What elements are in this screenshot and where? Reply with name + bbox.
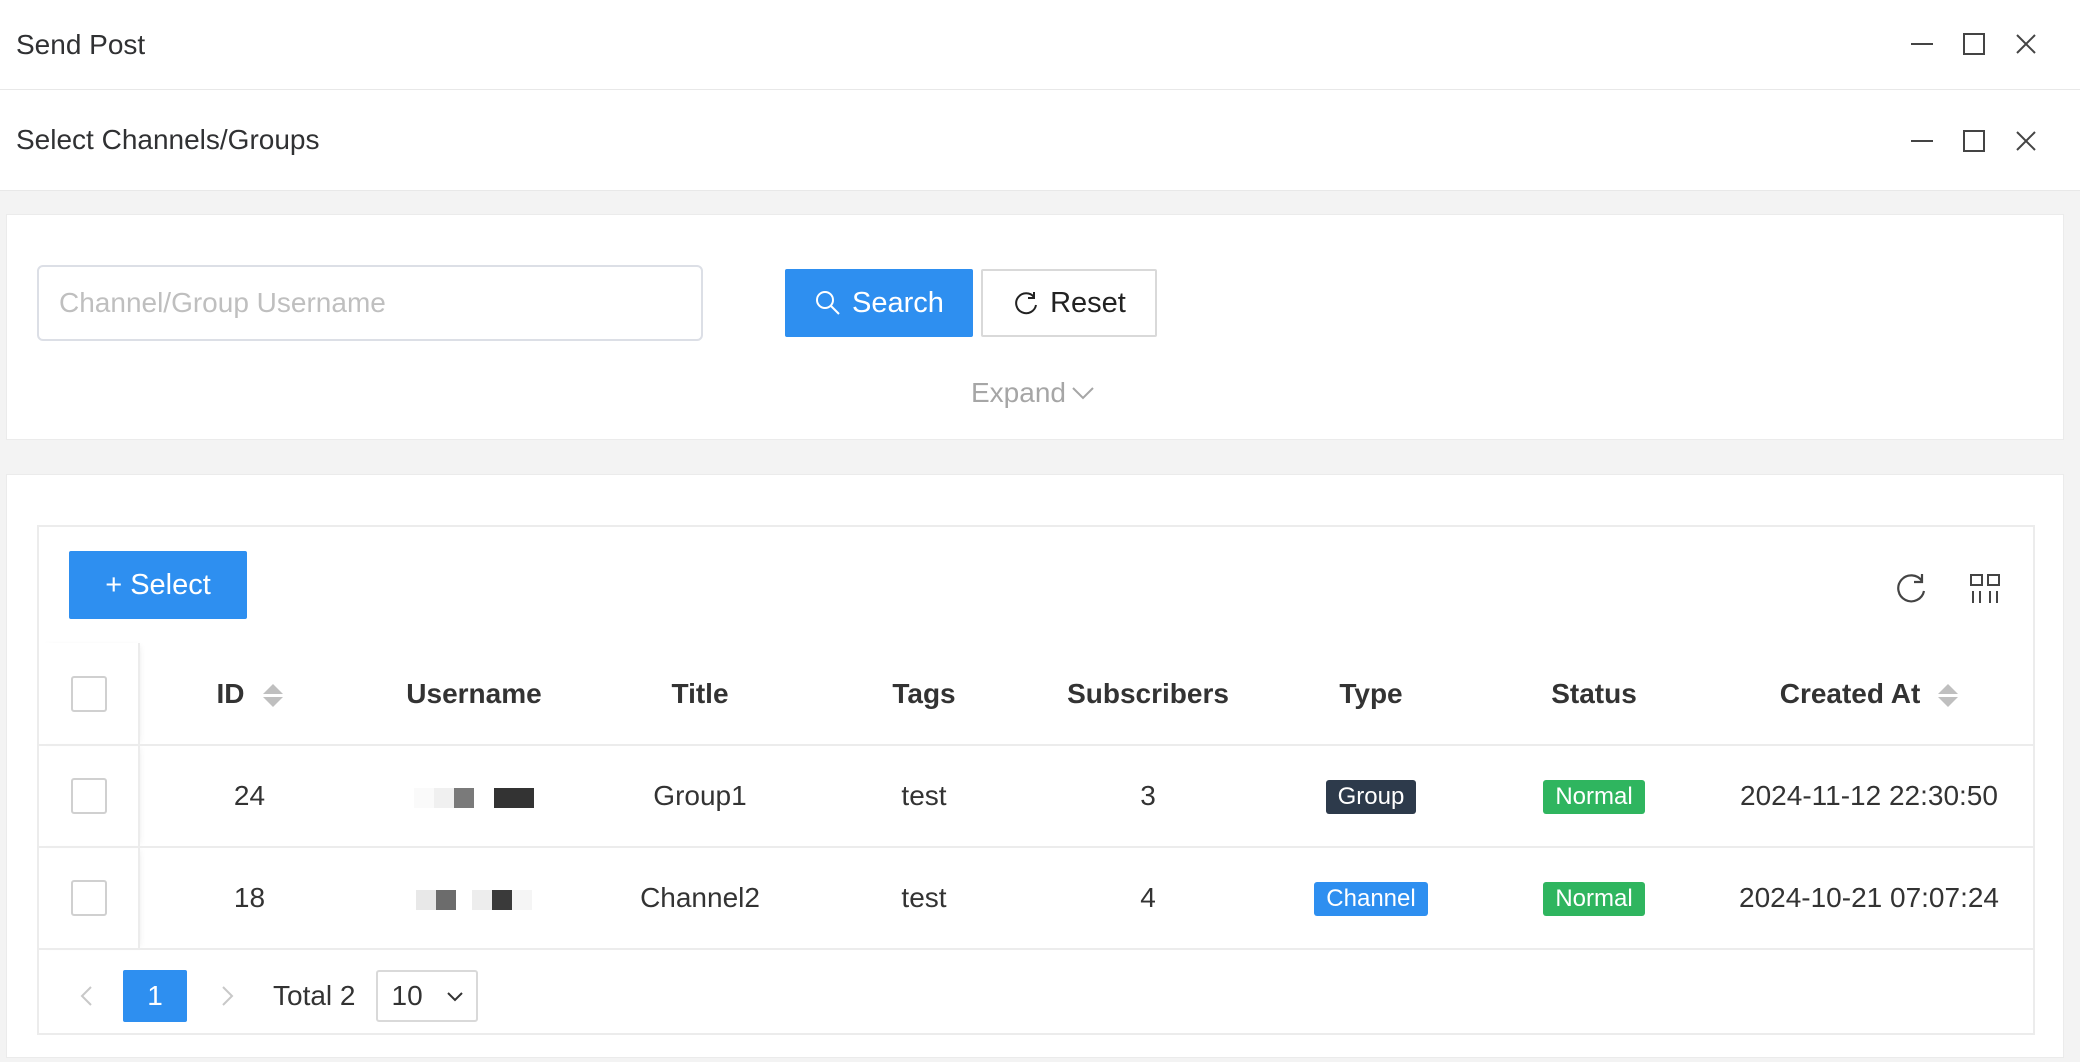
cell-id: 24	[139, 745, 359, 848]
column-settings-icon[interactable]	[1965, 569, 2005, 609]
column-header-type: Type	[1259, 643, 1483, 746]
select-all-cell	[39, 643, 140, 746]
select-all-checkbox[interactable]	[70, 675, 107, 712]
row-checkbox-cell	[39, 745, 140, 848]
window-controls	[1896, 0, 2052, 88]
search-button-label: Search	[852, 286, 944, 319]
table-row[interactable]: 18 Channel2 test 4 Channel Normal 2024-1…	[39, 847, 2033, 950]
chevron-left-icon[interactable]	[67, 976, 107, 1016]
column-header-username: Username	[359, 643, 589, 746]
chevron-down-icon	[446, 992, 463, 1002]
cell-username-redacted	[359, 745, 589, 848]
cell-tags: test	[811, 745, 1037, 848]
minimize-icon[interactable]	[1896, 18, 1948, 70]
cell-id: 18	[139, 847, 359, 950]
type-badge: Group	[1325, 779, 1417, 814]
column-header-created-at[interactable]: Created At	[1705, 643, 2033, 746]
close-icon[interactable]	[2000, 18, 2052, 70]
refresh-icon	[1015, 292, 1038, 315]
sort-icon[interactable]	[1938, 683, 1959, 707]
search-panel: Search Reset Expand	[6, 214, 2064, 440]
row-checkbox[interactable]	[70, 880, 107, 916]
cell-status: Normal	[1483, 745, 1705, 848]
close-icon[interactable]	[2000, 115, 2052, 167]
refresh-icon[interactable]	[1891, 569, 1931, 609]
cell-username-redacted	[359, 847, 589, 950]
cell-subscribers: 4	[1037, 847, 1259, 950]
maximize-icon[interactable]	[1948, 115, 2000, 167]
page-size-value: 10	[391, 980, 423, 1011]
table-header-row: ID Username Title Tags Subscribers Type …	[39, 643, 2033, 746]
dialog-controls	[1896, 90, 2052, 191]
sort-icon[interactable]	[262, 683, 283, 707]
channels-table: ID Username Title Tags Subscribers Type …	[39, 643, 2033, 950]
cell-status: Normal	[1483, 847, 1705, 950]
select-button[interactable]: + Select	[69, 551, 247, 619]
cell-type: Channel	[1259, 847, 1483, 950]
row-checkbox-cell	[39, 847, 140, 950]
cell-title: Group1	[589, 745, 811, 848]
page-button-1[interactable]: 1	[123, 970, 187, 1022]
table-panel: + Select ID Username Title Tags Subscrib…	[6, 474, 2064, 1058]
cell-created-at: 2024-11-12 22:30:50	[1705, 745, 2033, 848]
chevron-down-icon	[1072, 387, 1094, 400]
maximize-icon[interactable]	[1948, 18, 2000, 70]
column-header-tags: Tags	[811, 643, 1037, 746]
cell-type: Group	[1259, 745, 1483, 848]
reset-button-label: Reset	[1050, 286, 1126, 319]
dialog-titlebar: Select Channels/Groups	[0, 90, 2080, 191]
expand-label: Expand	[971, 377, 1066, 408]
minimize-icon[interactable]	[1896, 115, 1948, 167]
page-size-select[interactable]: 10	[375, 970, 478, 1022]
table-row[interactable]: 24 Group1 test 3 Group Normal 2024-11-12…	[39, 745, 2033, 848]
cell-title: Channel2	[589, 847, 811, 950]
chevron-right-icon[interactable]	[207, 976, 247, 1016]
search-button[interactable]: Search	[785, 269, 973, 337]
total-count: Total 2	[273, 980, 356, 1011]
status-badge: Normal	[1543, 779, 1645, 814]
column-header-subscribers: Subscribers	[1037, 643, 1259, 746]
pagination: 1 Total 2 10	[39, 959, 2033, 1033]
window-title: Send Post	[16, 28, 146, 60]
column-header-title: Title	[589, 643, 811, 746]
username-search-input[interactable]	[37, 265, 703, 341]
row-checkbox[interactable]	[70, 778, 107, 814]
select-button-label: + Select	[105, 568, 211, 601]
table-container: + Select ID Username Title Tags Subscrib…	[37, 525, 2035, 1035]
search-icon	[816, 291, 840, 315]
redacted-username	[416, 889, 532, 910]
window-titlebar: Send Post	[0, 0, 2080, 90]
column-header-id[interactable]: ID	[139, 643, 359, 746]
redacted-username	[414, 787, 534, 808]
cell-subscribers: 3	[1037, 745, 1259, 848]
expand-toggle[interactable]: Expand	[971, 377, 1096, 409]
type-badge: Channel	[1314, 881, 1428, 916]
cell-tags: test	[811, 847, 1037, 950]
column-header-status: Status	[1483, 643, 1705, 746]
reset-button[interactable]: Reset	[981, 269, 1157, 337]
cell-created-at: 2024-10-21 07:07:24	[1705, 847, 2033, 950]
status-badge: Normal	[1543, 881, 1645, 916]
dialog-title: Select Channels/Groups	[16, 124, 320, 155]
